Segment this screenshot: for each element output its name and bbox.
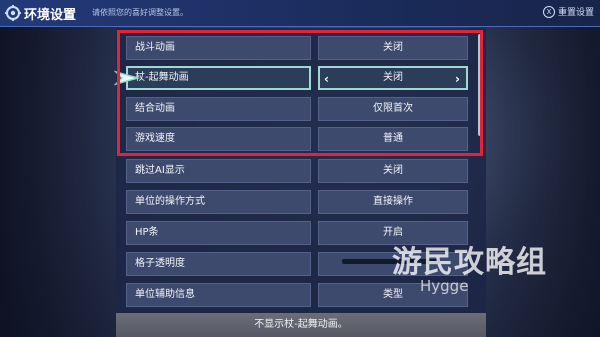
setting-row-skip-ai-display[interactable]: 跳过AI显示 关闭 <box>126 159 468 183</box>
help-text-bar: 不显示杖-起舞动画。 <box>116 313 486 337</box>
x-button-icon: X <box>542 5 555 18</box>
setting-value[interactable]: 直接操作 <box>318 190 468 214</box>
settings-gear-icon <box>5 5 21 21</box>
setting-label: 单位辅助信息 <box>126 283 311 307</box>
watermark-cn: 游民攻略组 <box>392 245 547 280</box>
page-title: 环境设置 <box>24 8 77 23</box>
setting-label: 跳过AI显示 <box>126 159 311 183</box>
setting-label: 单位的操作方式 <box>126 190 311 214</box>
background-left <box>0 26 120 337</box>
setting-label: 格子透明度 <box>126 252 311 276</box>
setting-value[interactable]: 关闭 <box>318 159 468 183</box>
highlight-annotation-box <box>117 30 483 156</box>
page-subtitle: 请依照您的喜好调整设置。 <box>92 8 188 17</box>
reset-settings-button[interactable]: X 重置设置 <box>542 5 594 18</box>
watermark: 游民攻略组 Hygge <box>392 237 592 301</box>
reset-settings-label: 重置设置 <box>557 8 594 18</box>
header-bar: 环境设置 请依照您的喜好调整设置。 X 重置设置 <box>0 0 600 27</box>
watermark-en: Hygge <box>420 277 469 295</box>
help-text: 不显示杖-起舞动画。 <box>254 319 348 330</box>
setting-label: HP条 <box>126 221 311 245</box>
setting-row-unit-control[interactable]: 单位的操作方式 直接操作 <box>126 190 468 214</box>
